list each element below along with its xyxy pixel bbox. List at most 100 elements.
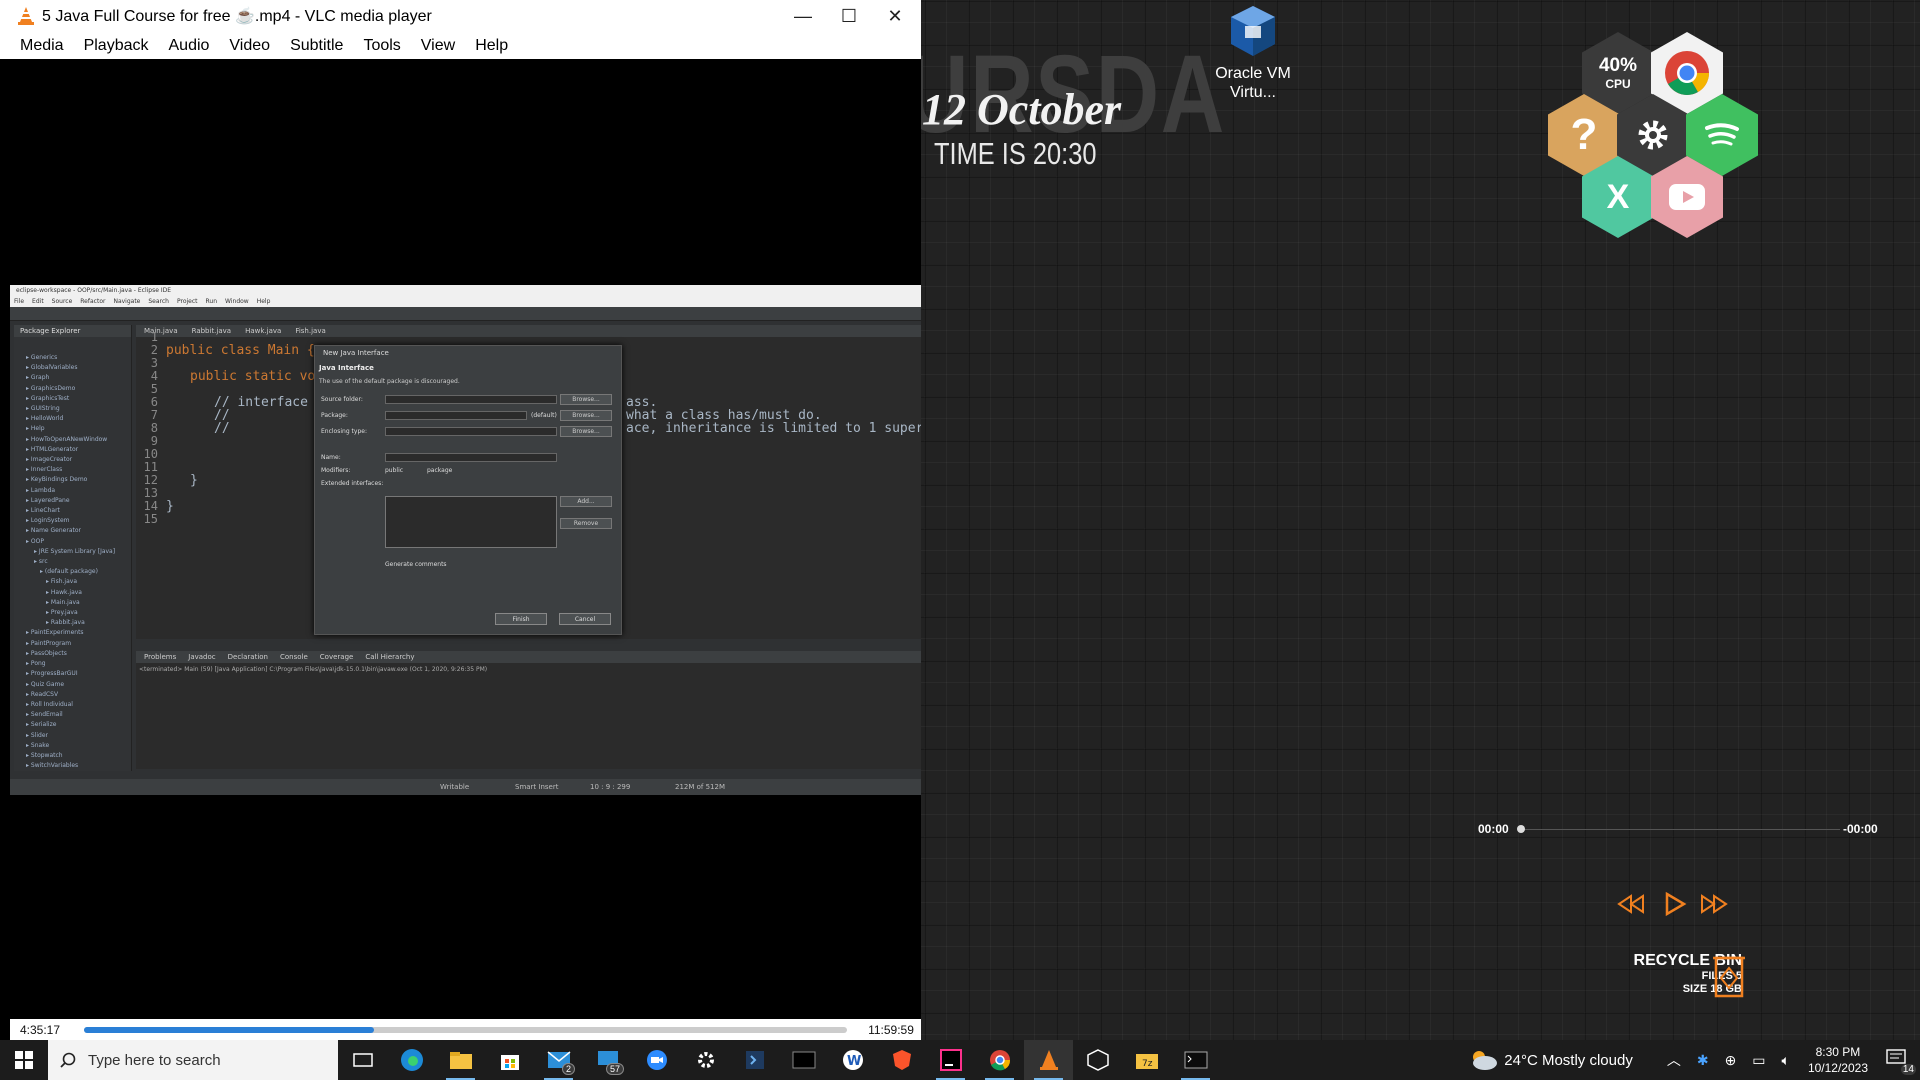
package-item: ▸ Hawk.java [46, 588, 82, 596]
code-text: public class Main { [166, 343, 315, 358]
taskbar-intellij[interactable] [926, 1040, 975, 1080]
status-item: Smart Insert [515, 783, 559, 791]
media-seek-line[interactable] [1520, 829, 1840, 830]
dialog-warning: The use of the default package is discou… [319, 378, 460, 385]
vlc-title-text: 5 Java Full Course for free ☕.mp4 - VLC … [42, 8, 432, 25]
media-seek-knob[interactable] [1517, 825, 1525, 833]
taskbar-brave[interactable] [877, 1040, 926, 1080]
taskbar: Type here to search 2 57 W 7z 24°C Mostl… [0, 1040, 1920, 1080]
taskbar-word-app[interactable]: W [828, 1040, 877, 1080]
editor-tab: Hawk.java [245, 327, 282, 335]
taskbar-chrome[interactable] [975, 1040, 1024, 1080]
globe-icon[interactable]: ⊕ [1725, 1052, 1737, 1069]
maximize-button[interactable]: ☐ [826, 0, 872, 32]
taskbar-clock[interactable]: 8:30 PM 10/12/2023 [1808, 1044, 1868, 1076]
dialog-button: Browse... [560, 426, 612, 437]
taskbar-settings[interactable] [681, 1040, 730, 1080]
taskbar-edge[interactable] [387, 1040, 436, 1080]
folder-icon [449, 1052, 472, 1069]
vlc-title-bar[interactable]: 5 Java Full Course for free ☕.mp4 - VLC … [0, 0, 921, 32]
taskbar-virtualbox[interactable] [1073, 1040, 1122, 1080]
package-item: ▸ LayeredPane [26, 496, 70, 504]
windows-icon [15, 1051, 33, 1069]
taskbar-file-explorer[interactable] [436, 1040, 485, 1080]
dialog-area [385, 496, 557, 548]
dialog-label: Extended interfaces: [321, 480, 384, 487]
taskbar-chat[interactable]: 57 [583, 1040, 632, 1080]
code-app-icon [745, 1051, 764, 1069]
elapsed-time: 4:35:17 [19, 1022, 61, 1037]
clock-time: TIME IS 20:30 [934, 136, 1097, 171]
zoom-icon [646, 1050, 667, 1070]
menu-media[interactable]: Media [20, 37, 64, 55]
media-elapsed: 00:00 [1478, 822, 1509, 836]
clock-date: 12 October [922, 85, 1122, 134]
gear-icon [697, 1052, 714, 1068]
volume-icon[interactable]: 🔈︎ [1782, 1052, 1790, 1069]
youtube-icon [1669, 184, 1705, 210]
seek-bar[interactable] [84, 1026, 847, 1033]
package-item: ▸ GlobalVariables [26, 364, 78, 372]
status-item: Writable [440, 783, 470, 791]
taskbar-mail[interactable]: 2 [534, 1040, 583, 1080]
ec-menu-item: Help [256, 298, 271, 305]
menu-subtitle[interactable]: Subtitle [290, 37, 343, 55]
taskbar-terminal-dark[interactable] [779, 1040, 828, 1080]
battery-icon[interactable]: ▭ [1752, 1052, 1765, 1069]
line-number: 6 [150, 395, 158, 409]
weather-widget[interactable]: 24°C Mostly cloudy [1470, 1049, 1633, 1071]
eclipse-toolbar [10, 307, 921, 321]
taskbar-terminal[interactable] [1171, 1040, 1220, 1080]
rewind-icon[interactable] [1617, 890, 1645, 918]
dialog-label: Source folder: [321, 396, 363, 403]
minimize-button[interactable]: — [780, 0, 826, 32]
line-number: 9 [150, 434, 158, 448]
start-button[interactable] [0, 1040, 48, 1080]
dialog-field [385, 427, 557, 436]
taskbar-search[interactable]: Type here to search [48, 1040, 338, 1080]
svg-text:7z: 7z [1142, 1059, 1153, 1069]
dialog-button: Browse... [560, 394, 612, 405]
package-item: ▸ SwitchVariables [26, 762, 79, 770]
edge-icon [400, 1049, 423, 1071]
code-line-4: public static voi [190, 369, 323, 384]
close-button[interactable]: ✕ [872, 0, 918, 32]
package-item: ▸ Serialize [26, 721, 57, 729]
play-icon[interactable] [1660, 890, 1688, 918]
taskbar-store[interactable] [485, 1040, 534, 1080]
console-tab: Console [280, 653, 308, 661]
dialog-heading: Java Interface [319, 364, 374, 372]
taskbar-zoom[interactable] [632, 1040, 681, 1080]
taskbar-vlc[interactable] [1024, 1040, 1073, 1080]
bluetooth-icon[interactable]: ✱ [1697, 1052, 1709, 1069]
package-item: ▸ Slider [26, 731, 49, 739]
notification-button[interactable]: 14 [1886, 1049, 1916, 1075]
terminal-icon [1184, 1051, 1207, 1069]
package-item: ▸ GraphicsDemo [26, 384, 76, 392]
menu-video[interactable]: Video [229, 37, 270, 55]
package-list: ▸ Generics ▸ GlobalVariables ▸ Graph ▸ Grap… [14, 337, 131, 771]
menu-audio[interactable]: Audio [169, 37, 210, 55]
desktop-icon-virtualbox[interactable]: Oracle VM Virtu... [1205, 4, 1301, 102]
recycle-bin-icon[interactable] [1713, 952, 1745, 998]
menu-tools[interactable]: Tools [363, 37, 400, 55]
taskbar-archive[interactable]: 7z [1122, 1040, 1171, 1080]
menu-help[interactable]: Help [475, 37, 508, 55]
package-item: ▸ Main.java [46, 598, 80, 606]
video-frame-eclipse: eclipse-workspace - OOP/src/Main.java - … [10, 285, 921, 795]
package-explorer-title: Package Explorer [14, 325, 131, 337]
intellij-icon [939, 1049, 962, 1071]
ec-menu-item: Search [148, 298, 169, 305]
line-number: 5 [150, 382, 158, 396]
package-item: ▸ (default package) [40, 568, 98, 576]
menu-view[interactable]: View [421, 37, 455, 55]
task-view-button[interactable] [338, 1040, 387, 1080]
menu-playback[interactable]: Playback [84, 37, 149, 55]
package-item: ▸ ImageCreator [26, 456, 73, 464]
cloud-icon [1473, 1051, 1498, 1070]
chevron-up-icon[interactable]: ︿ [1667, 1050, 1681, 1070]
clock-date-text: 10/12/2023 [1807, 1061, 1868, 1075]
taskbar-vscode-like[interactable] [730, 1040, 779, 1080]
desktop-icon-label: Oracle VM Virtu... [1215, 65, 1291, 101]
fast-forward-icon[interactable] [1700, 890, 1728, 918]
